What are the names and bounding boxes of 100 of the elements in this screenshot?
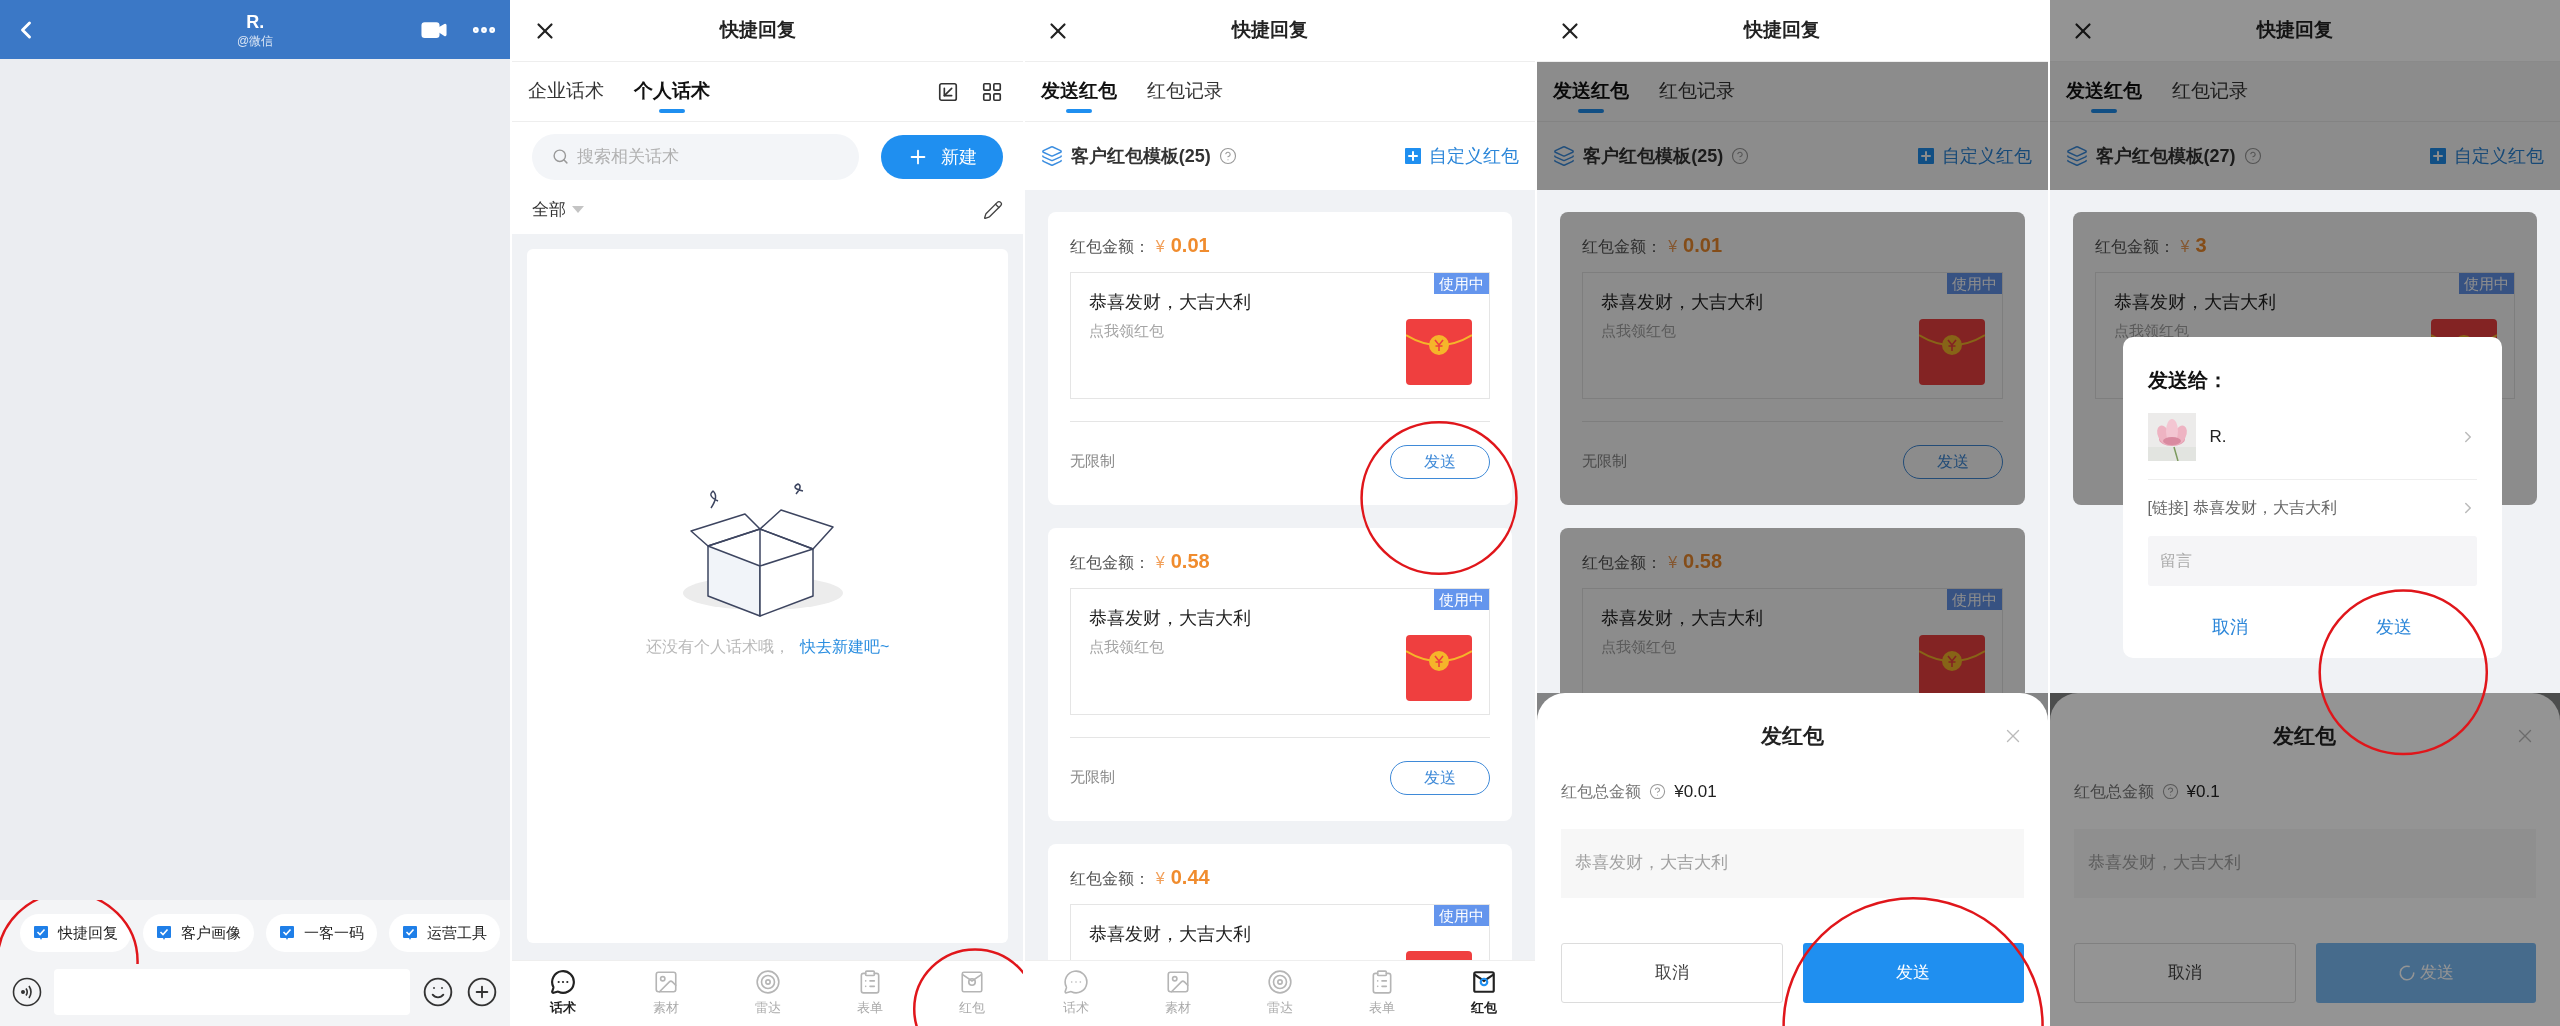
nav-tab[interactable]: 表单: [1331, 961, 1434, 1026]
link-preview: [链接] 恭喜发财，大吉大利: [2147, 498, 2338, 518]
tab[interactable]: 企业话术: [528, 62, 605, 121]
layers-icon: [1553, 145, 1576, 167]
contact-source: @微信: [237, 32, 274, 49]
recipient-name: R.: [2209, 426, 2228, 449]
money-envelope-icon: [1406, 635, 1473, 701]
amount-value: 0.58: [1683, 549, 1723, 574]
currency-symbol: ¥: [2180, 237, 2190, 257]
empty-message: 还没有个人话术哦，: [645, 637, 790, 657]
shortcut-chip[interactable]: 一客一码: [266, 914, 377, 952]
packet-greeting: 恭喜发财，大吉大利: [1088, 607, 1251, 630]
amount-value: 0.01: [1170, 233, 1210, 258]
total-label: 红包总金额: [1561, 781, 1642, 802]
tab[interactable]: 个人话术: [634, 62, 711, 121]
edit-icon[interactable]: [982, 200, 1003, 220]
shortcut-chip[interactable]: 客户画像: [143, 914, 254, 952]
new-button[interactable]: 新建: [880, 135, 1003, 179]
tab[interactable]: 红包记录: [1146, 62, 1223, 121]
create-link[interactable]: 快去新建吧~: [799, 635, 890, 659]
nav-tab[interactable]: 雷达: [716, 961, 819, 1026]
currency-symbol: ¥: [1668, 553, 1678, 573]
confirm-send-button[interactable]: 发送: [2312, 605, 2477, 649]
add-icon[interactable]: [466, 976, 499, 1008]
status-badge: 使用中: [1946, 589, 2002, 610]
nav-tab[interactable]: 素材: [614, 961, 717, 1026]
filter-dropdown[interactable]: 全部: [532, 197, 585, 223]
custom-packet-button[interactable]: 自定义红包: [1401, 142, 1520, 170]
packet-hint: 点我领红包: [1088, 321, 1165, 341]
packet-greeting: 恭喜发财，大吉大利: [1088, 923, 1251, 946]
nav-tab[interactable]: 表单: [818, 961, 921, 1026]
tab[interactable]: 红包记录: [2171, 62, 2248, 121]
nav-tab[interactable]: 素材: [1126, 961, 1229, 1026]
tab[interactable]: 红包记录: [1659, 62, 1736, 121]
total-amount: ¥0.01: [1674, 781, 1717, 803]
packet-greeting: 恭喜发财，大吉大利: [1601, 291, 1764, 314]
currency-symbol: ¥: [1155, 869, 1165, 889]
money-envelope-icon: [1918, 635, 1985, 693]
amount-label: 红包金额：: [2094, 237, 2175, 257]
amount-label: 红包金额：: [1582, 553, 1663, 573]
greeting-field[interactable]: 恭喜发财，大吉大利: [1561, 828, 2024, 898]
status-badge: 使用中: [1946, 273, 2002, 294]
template-count: 客户红包模板(25): [1583, 144, 1724, 168]
search-field[interactable]: 搜索相关话术: [532, 134, 859, 180]
status-badge: 使用中: [1434, 905, 1490, 926]
total-label: 红包总金额: [2073, 781, 2154, 802]
checkbox-icon: [279, 925, 295, 941]
contact-name: R.: [246, 10, 265, 33]
shortcut-chip[interactable]: 运营工具: [389, 914, 500, 952]
message-field[interactable]: 留言: [2147, 536, 2477, 586]
image-icon: [1164, 969, 1191, 996]
money-envelope-icon: [1406, 319, 1473, 385]
loading-icon: [2397, 963, 2416, 982]
screen-title: 快捷回复: [1232, 18, 1308, 43]
sheet-title: 发红包: [2273, 723, 2337, 750]
dialog-title: 发送给：: [2147, 368, 2228, 393]
tab[interactable]: 发送红包: [1040, 62, 1117, 121]
tab[interactable]: 发送红包: [2065, 62, 2142, 121]
voice-icon[interactable]: [12, 977, 42, 1007]
help-icon[interactable]: [1731, 147, 1750, 165]
import-icon[interactable]: [936, 80, 959, 103]
shortcut-chip[interactable]: 快捷回复: [20, 914, 131, 952]
help-icon[interactable]: [2243, 147, 2262, 165]
status-badge: 使用中: [1434, 589, 1490, 610]
radar-icon: [1267, 969, 1293, 996]
layers-icon: [1040, 145, 1063, 167]
chat-bubble-icon: [1062, 969, 1089, 996]
amount-label: 红包金额：: [1069, 553, 1150, 573]
send-button[interactable]: 发送: [1902, 444, 2003, 479]
money-envelope-icon: [1918, 319, 1985, 385]
layers-icon: [2065, 145, 2088, 167]
help-icon[interactable]: [2161, 783, 2179, 801]
screen-title: 快捷回复: [2256, 18, 2333, 43]
chat-bubble-icon: [550, 969, 577, 996]
nav-tab[interactable]: 雷达: [1228, 961, 1332, 1026]
help-icon[interactable]: [1649, 783, 1667, 801]
nav-tab[interactable]: 红包: [1433, 961, 1536, 1026]
cancel-button[interactable]: 取消: [2073, 942, 2296, 1003]
amount-value: 0.01: [1683, 233, 1723, 258]
amount-value: 0.44: [1170, 865, 1210, 890]
caret-icon: [572, 206, 585, 214]
cancel-button[interactable]: 取消: [1561, 942, 1784, 1003]
amount-label: 红包金额：: [1582, 237, 1663, 257]
send-button[interactable]: 发送: [1803, 942, 2024, 1003]
help-icon[interactable]: [1218, 147, 1237, 165]
amount-label: 红包金额：: [1069, 237, 1150, 257]
emoji-icon[interactable]: [422, 976, 455, 1008]
checkbox-icon: [402, 925, 418, 941]
envelope-icon: [958, 969, 985, 996]
limit-text: 无限制: [1069, 451, 1115, 472]
cancel-button[interactable]: 取消: [2147, 605, 2313, 649]
nav-tab[interactable]: 话术: [512, 961, 615, 1026]
custom-packet-button[interactable]: 自定义红包: [1913, 142, 2032, 170]
tab[interactable]: 发送红包: [1553, 62, 1630, 121]
search-icon: [552, 148, 570, 165]
limit-text: 无限制: [1069, 767, 1115, 788]
nav-tab[interactable]: 话术: [1024, 961, 1127, 1026]
status-badge: 使用中: [2459, 273, 2514, 294]
grid-icon[interactable]: [980, 80, 1003, 103]
custom-packet-button[interactable]: 自定义红包: [2426, 142, 2544, 170]
